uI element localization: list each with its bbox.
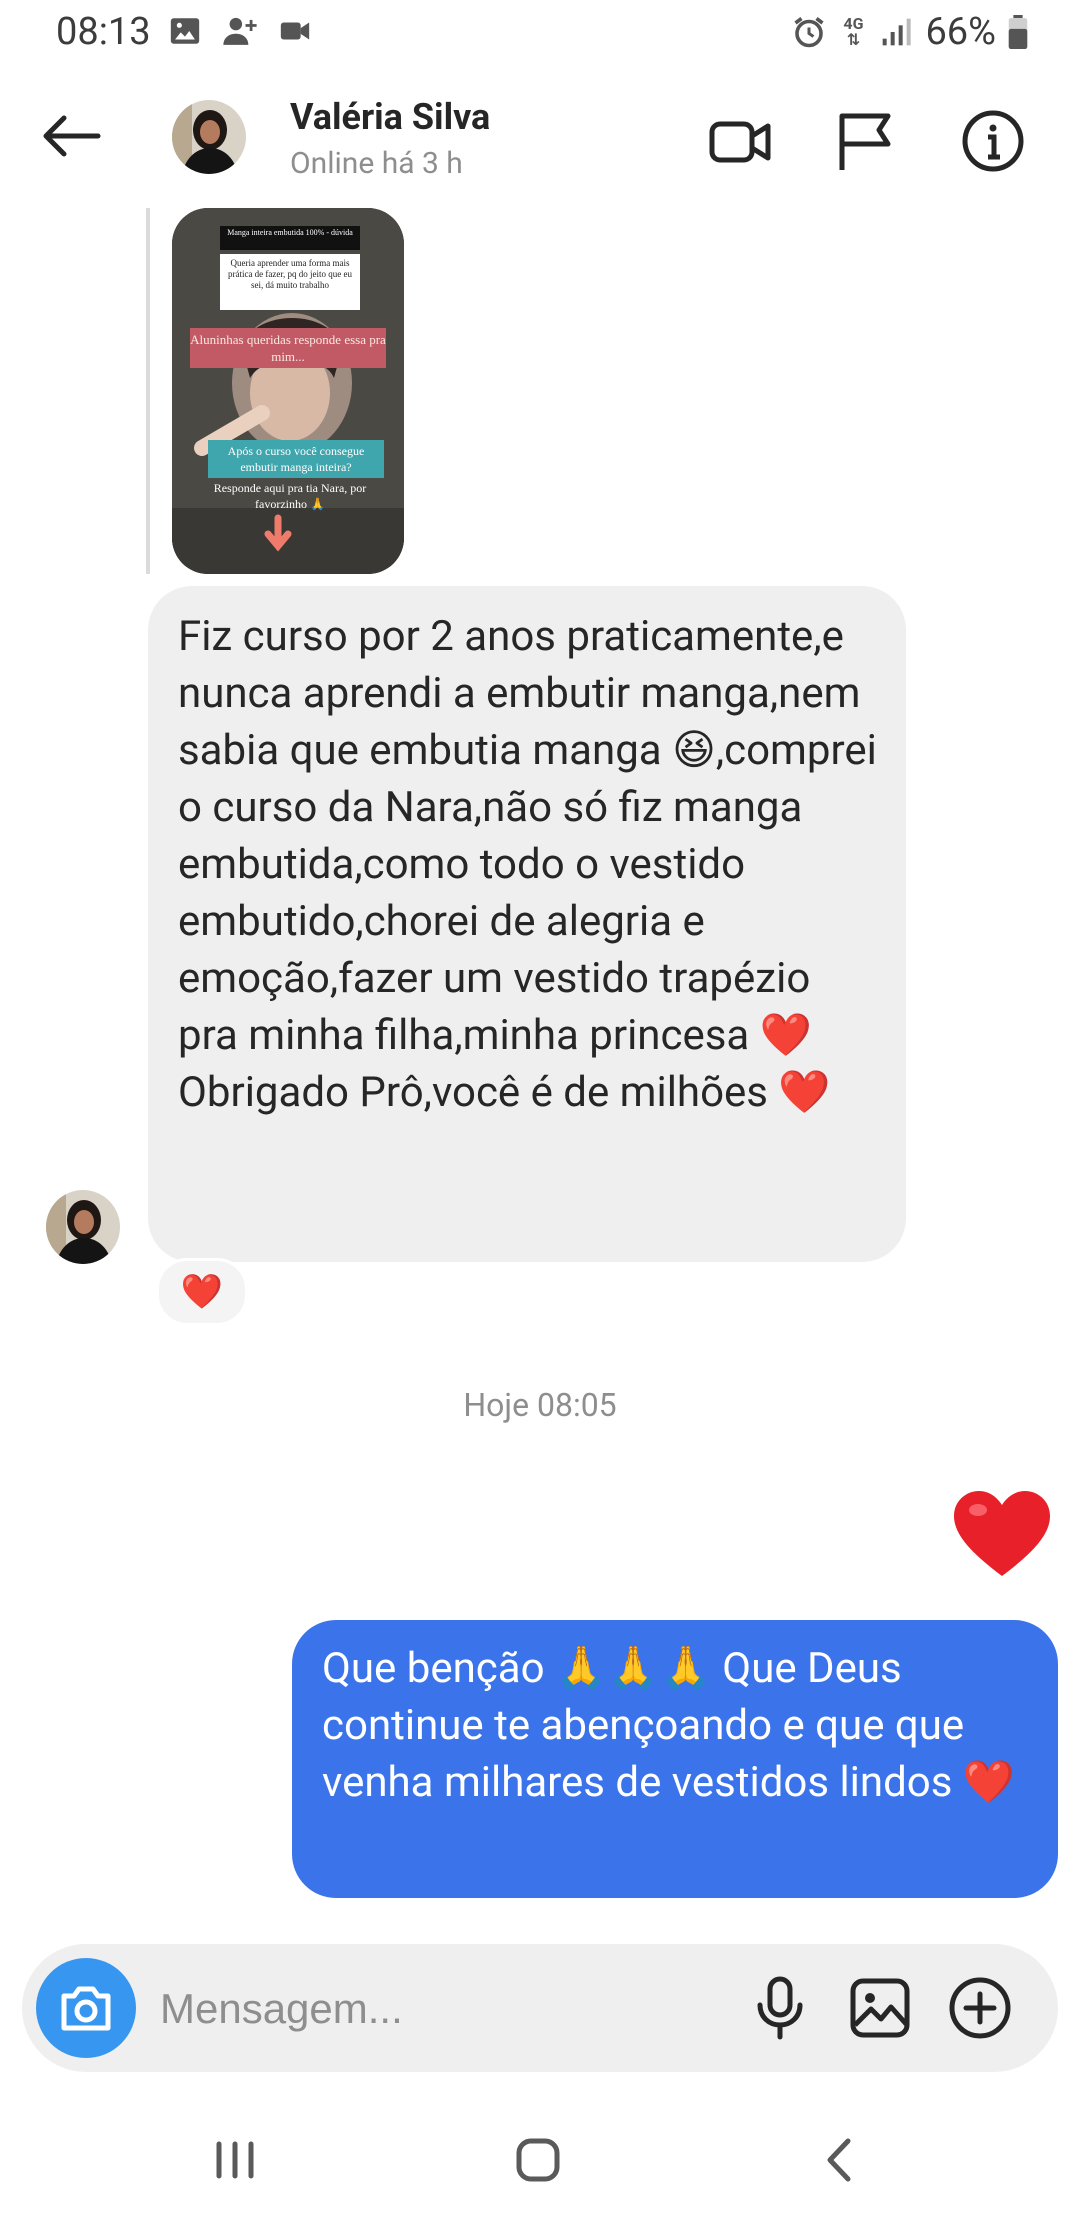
nav-back-button[interactable] [800, 2130, 880, 2190]
story-top-label: Manga inteira embutida 100% - dúvida [220, 226, 360, 250]
profile-photo [172, 100, 246, 174]
heart-icon [954, 1491, 1050, 1576]
status-right-icons: 4G ⇅ 66% [791, 10, 1028, 54]
info-button[interactable] [958, 106, 1028, 176]
plus-circle-icon [949, 1977, 1011, 2039]
person-add-icon [223, 17, 257, 45]
recent-apps-icon [216, 2141, 254, 2179]
info-icon [962, 110, 1024, 172]
message-composer [22, 1944, 1058, 2072]
story-reply-thumbnail[interactable]: Manga inteira embutida 100% - dúvida Que… [172, 208, 404, 574]
reaction-heart-icon: ❤️ [180, 1272, 224, 1312]
message-input[interactable] [158, 1974, 722, 2044]
report-button[interactable] [830, 106, 900, 176]
microphone-icon [757, 1976, 803, 2040]
profile-photo [46, 1190, 120, 1264]
status-left-icons [168, 14, 312, 48]
home-icon [516, 2138, 560, 2182]
sender-avatar[interactable] [46, 1190, 120, 1264]
outgoing-message-text: Que benção 🙏🙏🙏 Que Deus continue te aben… [322, 1644, 1016, 1807]
back-button[interactable] [34, 106, 106, 166]
camera-button[interactable] [36, 1958, 136, 2058]
contact-name[interactable]: Valéria Silva [290, 96, 490, 138]
video-call-icon [709, 121, 771, 163]
story-pink-banner: Aluninhas queridas responde essa pra mim… [190, 328, 386, 368]
network-arrows-icon: 4G ⇅ [843, 14, 864, 49]
gallery-icon [850, 1978, 910, 2038]
contact-status: Online há 3 h [290, 146, 463, 181]
chevron-left-icon [827, 2138, 851, 2182]
chat-header: Valéria Silva Online há 3 h [0, 66, 1080, 206]
video-call-button[interactable] [706, 106, 776, 176]
video-icon [280, 22, 310, 40]
gallery-button[interactable] [842, 1970, 918, 2046]
recent-apps-button[interactable] [196, 2130, 276, 2190]
battery-percent: 66% [925, 10, 996, 54]
home-button[interactable] [498, 2130, 578, 2190]
battery-icon [1008, 15, 1028, 49]
incoming-message-bubble[interactable]: Fiz curso por 2 anos praticamente,e nunc… [148, 586, 906, 1262]
story-question: Queria aprender uma forma mais prática d… [220, 254, 360, 310]
reply-indicator-line [146, 208, 150, 574]
outgoing-message-bubble[interactable]: Que benção 🙏🙏🙏 Que Deus continue te aben… [292, 1620, 1058, 1898]
header-avatar[interactable] [172, 100, 246, 174]
more-options-button[interactable] [942, 1970, 1018, 2046]
voice-message-button[interactable] [742, 1970, 818, 2046]
system-navigation-bar [0, 2100, 1080, 2220]
camera-icon [61, 1986, 111, 2031]
status-bar: 08:13 4G ⇅ 66% [0, 0, 1080, 66]
image-icon [170, 18, 200, 44]
arrow-left-icon [43, 115, 101, 157]
status-time: 08:13 [56, 10, 151, 54]
outgoing-heart-message[interactable] [950, 1488, 1054, 1584]
signal-icon [883, 18, 912, 46]
alarm-icon [794, 17, 825, 48]
flag-icon [839, 113, 891, 170]
story-teal-banner: Após o curso você consegue embutir manga… [208, 440, 384, 478]
message-timestamp: Hoje 08:05 [463, 1386, 617, 1424]
story-caption: Responde aqui pra tia Nara, por favorzin… [213, 481, 367, 511]
message-reaction[interactable]: ❤️ [156, 1258, 248, 1326]
incoming-message-text: Fiz curso por 2 anos praticamente,e nunc… [178, 612, 888, 1117]
